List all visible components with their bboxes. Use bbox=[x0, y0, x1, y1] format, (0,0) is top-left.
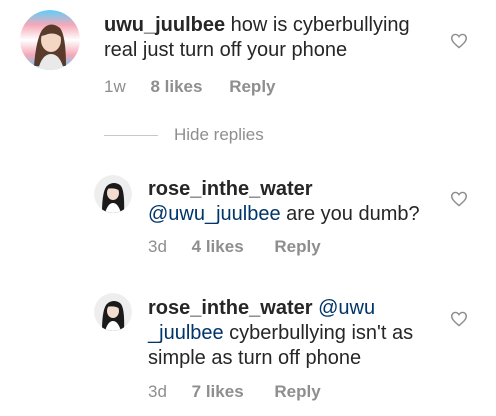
comment-time: 1w bbox=[104, 77, 126, 96]
reply-text: rose_inthe_water @uwu_juulbee are you du… bbox=[148, 177, 448, 227]
hide-replies-label: Hide replies bbox=[174, 125, 264, 144]
reply-time: 3d bbox=[148, 237, 167, 256]
comment-body-line2: real just turn off your phone bbox=[104, 39, 348, 61]
avatar[interactable] bbox=[20, 10, 80, 70]
reply-body-line3: simple as turn off phone bbox=[148, 347, 362, 369]
reply-button[interactable]: Reply bbox=[229, 77, 275, 97]
reply-time: 3d bbox=[148, 382, 167, 401]
divider bbox=[104, 134, 158, 136]
heart-icon[interactable] bbox=[450, 33, 468, 49]
mention-link[interactable]: @uwu bbox=[313, 297, 375, 319]
comment-text: uwu_juulbee how is cyberbullying real ju… bbox=[104, 13, 444, 63]
comment-likes[interactable]: 8 likes bbox=[150, 77, 202, 97]
comment-username[interactable]: uwu_juulbee bbox=[104, 14, 225, 36]
reply-likes[interactable]: 4 likes bbox=[192, 237, 244, 257]
reply-body-line2: cyberbullying isn't as bbox=[223, 322, 414, 344]
heart-icon[interactable] bbox=[450, 311, 468, 327]
mention-link-cont[interactable]: _juulbee bbox=[148, 322, 224, 344]
comment-meta: 1w 8 likes Reply bbox=[104, 77, 276, 97]
reply-meta: 3d 4 likes Reply bbox=[148, 237, 321, 257]
reply-username[interactable]: rose_inthe_water bbox=[148, 178, 313, 200]
reply-button[interactable]: Reply bbox=[274, 237, 320, 257]
reply-likes[interactable]: 7 likes bbox=[192, 382, 244, 402]
reply-username[interactable]: rose_inthe_water bbox=[148, 297, 313, 319]
reply-button[interactable]: Reply bbox=[274, 382, 320, 402]
avatar[interactable] bbox=[94, 175, 132, 213]
heart-icon[interactable] bbox=[450, 191, 468, 207]
reply-body: are you dumb? bbox=[280, 203, 420, 225]
comment-body-line1: how is cyberbullying bbox=[225, 14, 410, 36]
mention-link[interactable]: @uwu_juulbee bbox=[148, 203, 281, 225]
hide-replies-toggle[interactable]: Hide replies bbox=[104, 124, 264, 146]
reply-meta: 3d 7 likes Reply bbox=[148, 382, 321, 402]
reply-text: rose_inthe_water @uwu _juulbee cyberbull… bbox=[148, 296, 448, 371]
avatar[interactable] bbox=[94, 293, 132, 331]
